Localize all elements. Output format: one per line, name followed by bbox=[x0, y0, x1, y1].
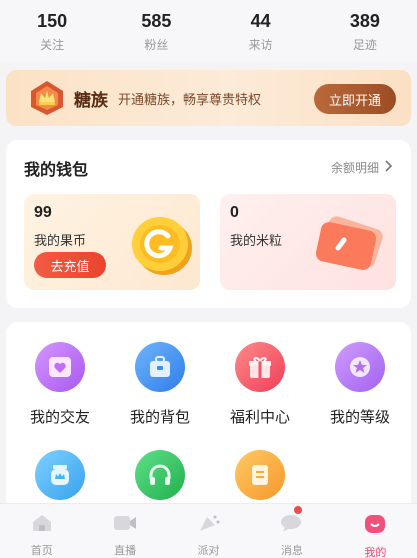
tab-label: 首页 bbox=[30, 545, 53, 557]
grid-item-level[interactable]: 我的等级 bbox=[310, 342, 410, 427]
stat-following[interactable]: 150 关注 bbox=[0, 0, 104, 62]
mili-label: 我的米粒 bbox=[230, 233, 283, 248]
tab-label: 派对 bbox=[197, 545, 220, 557]
unread-dot bbox=[293, 506, 302, 514]
wallet-panel: 我的钱包 余额明细 99 我的果币 去充值 0 我的米粒 bbox=[6, 140, 411, 308]
crown-badge-icon bbox=[28, 79, 66, 117]
grid-label: 福利中心 bbox=[229, 409, 290, 426]
headphones-icon bbox=[135, 450, 185, 500]
stat-footprints[interactable]: 389 足迹 bbox=[313, 0, 417, 62]
vip-banner[interactable]: 糖族 开通糖族，畅享尊贵特权 立即开通 bbox=[6, 70, 411, 126]
coin-card[interactable]: 99 我的果币 去充值 bbox=[24, 194, 200, 290]
ticket-icon bbox=[310, 212, 390, 283]
profile-icon bbox=[363, 513, 387, 540]
tab-messages[interactable]: 消息 bbox=[250, 504, 333, 558]
home-icon bbox=[30, 513, 54, 538]
tab-party[interactable]: 派对 bbox=[167, 504, 250, 558]
coin-balance: 99 bbox=[34, 204, 52, 221]
backpack-icon bbox=[135, 342, 185, 392]
stat-value: 150 bbox=[37, 11, 68, 31]
vip-open-button[interactable]: 立即开通 bbox=[314, 84, 396, 114]
tab-home[interactable]: 首页 bbox=[0, 504, 83, 558]
stats-bar: 150 关注 585 粉丝 44 来访 389 足迹 bbox=[0, 0, 417, 62]
grid-item-welfare[interactable]: 福利中心 bbox=[210, 342, 310, 427]
mili-card[interactable]: 0 我的米粒 bbox=[220, 194, 396, 290]
star-badge-icon bbox=[335, 342, 385, 392]
grid-label: 我的背包 bbox=[129, 409, 190, 426]
vip-title: 糖族 bbox=[74, 90, 108, 110]
stat-fans[interactable]: 585 粉丝 bbox=[104, 0, 208, 62]
live-camera-icon bbox=[112, 513, 138, 538]
mili-balance: 0 bbox=[230, 204, 239, 221]
heart-card-icon bbox=[35, 342, 85, 392]
grid-label: 我的等级 bbox=[329, 409, 390, 426]
stat-label: 关注 bbox=[40, 38, 65, 52]
stat-value: 44 bbox=[250, 11, 271, 31]
balance-detail-label: 余额明细 bbox=[330, 161, 379, 175]
stat-value: 585 bbox=[141, 11, 172, 31]
document-icon bbox=[235, 450, 285, 500]
stat-label: 来访 bbox=[248, 38, 273, 52]
gift-icon bbox=[235, 342, 285, 392]
grid-item-friends[interactable]: 我的交友 bbox=[10, 342, 110, 427]
tab-label: 我的 bbox=[364, 547, 387, 558]
stat-label: 足迹 bbox=[352, 38, 377, 52]
crown-jar-icon bbox=[35, 450, 85, 500]
tab-label: 直播 bbox=[114, 545, 137, 557]
stat-label: 粉丝 bbox=[144, 38, 169, 52]
grid-item-backpack[interactable]: 我的背包 bbox=[110, 342, 210, 427]
tab-label: 消息 bbox=[280, 545, 303, 557]
gold-coin-icon bbox=[128, 212, 194, 283]
stat-value: 389 bbox=[349, 11, 380, 31]
chevron-right-icon bbox=[383, 160, 393, 175]
tab-live[interactable]: 直播 bbox=[83, 504, 166, 558]
message-icon bbox=[279, 513, 305, 538]
bottom-tab-bar: 首页 直播 派对 消息 我的 bbox=[0, 503, 417, 558]
vip-description: 开通糖族，畅享尊贵特权 bbox=[118, 91, 262, 107]
coin-label: 我的果币 bbox=[34, 233, 87, 248]
recharge-button[interactable]: 去充值 bbox=[34, 252, 106, 278]
tab-profile[interactable]: 我的 bbox=[334, 504, 417, 558]
wallet-title: 我的钱包 bbox=[24, 162, 89, 179]
grid-label: 我的交友 bbox=[29, 409, 90, 426]
stat-visitors[interactable]: 44 来访 bbox=[209, 0, 313, 62]
party-horn-icon bbox=[197, 513, 221, 538]
balance-detail-link[interactable]: 余额明细 bbox=[331, 159, 393, 176]
